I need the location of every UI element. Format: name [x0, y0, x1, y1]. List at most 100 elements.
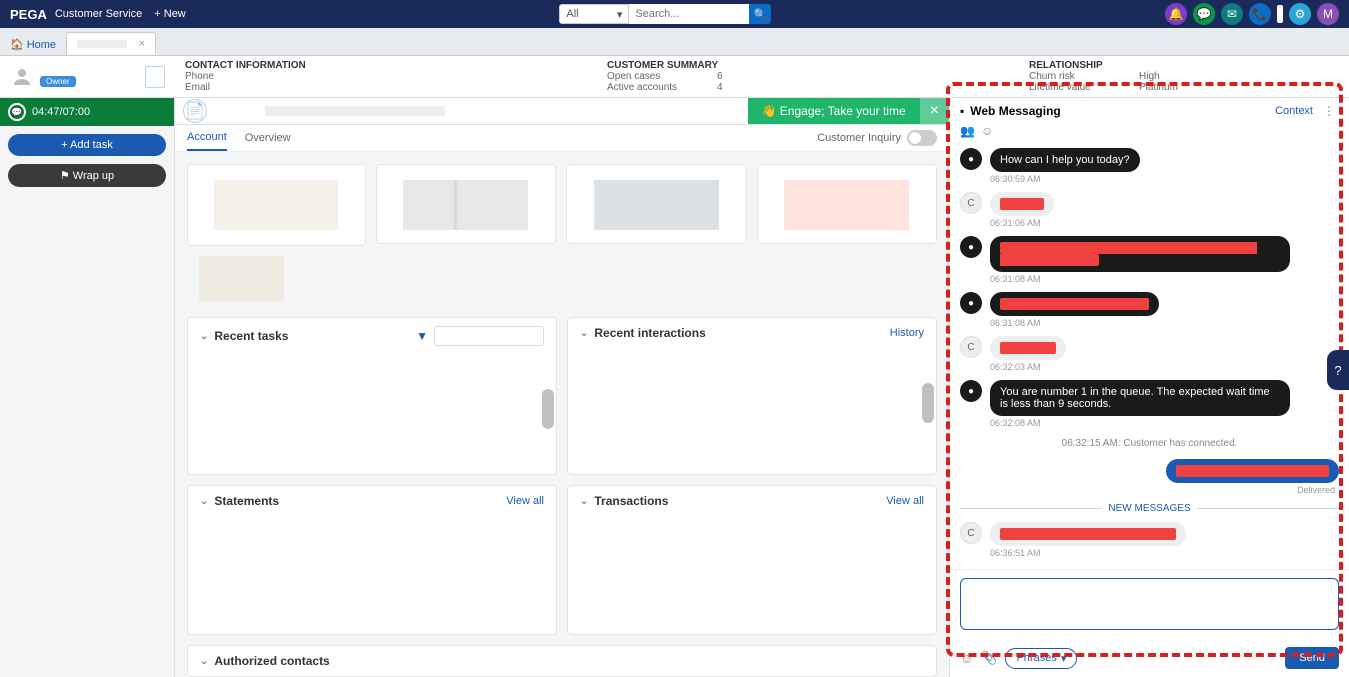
engage-close-icon[interactable]: ×: [920, 98, 949, 124]
case-doc-icon[interactable]: 📄: [183, 99, 207, 123]
search-input[interactable]: [629, 4, 749, 24]
wrap-up-button[interactable]: ⚑ Wrap up: [8, 164, 166, 187]
chat-panel: ▪ Web Messaging Context ⋮ 👥 ☺ ●How can I…: [949, 98, 1349, 677]
system-message: 06:32:15 AM: Customer has connected.: [960, 438, 1339, 449]
emoji-icon[interactable]: ☺: [981, 124, 993, 138]
panel-statements: ⌄ Statements View all: [187, 485, 557, 635]
churn-value: High: [1139, 71, 1160, 82]
search-filter-dropdown[interactable]: All▾: [559, 4, 629, 24]
phrases-button[interactable]: Phrases▾: [1005, 648, 1077, 669]
panel-recent-tasks: ⌄ Recent tasks ▼: [187, 317, 557, 475]
msg-timestamp: 06:31:08 AM: [990, 274, 1339, 284]
msg-timestamp: 06:30:59 AM: [990, 174, 1339, 184]
recent-tasks-title: Recent tasks: [214, 329, 288, 343]
scrollbar-thumb[interactable]: [542, 389, 554, 429]
send-button[interactable]: Send: [1285, 647, 1339, 669]
chat-message: blackout txt: [990, 336, 1066, 360]
tabs-bar: 🏠 Home ×: [0, 28, 1349, 56]
view-all-link[interactable]: View all: [886, 495, 924, 507]
account-card-2[interactable]: [376, 164, 557, 244]
account-card-3[interactable]: [566, 164, 747, 244]
transactions-title: Transactions: [594, 494, 668, 508]
new-messages-divider: NEW MESSAGES: [960, 503, 1339, 514]
chat-message: I need help setting up my new credit: [990, 522, 1186, 546]
customer-inquiry-label: Customer Inquiry: [817, 132, 901, 144]
emoji-picker-icon[interactable]: ☺: [960, 651, 973, 666]
divider: [1277, 5, 1283, 23]
chat-message: xxxxxxxx: [990, 192, 1054, 216]
msg-timestamp: 06:32:03 AM: [990, 362, 1339, 372]
chat-message: How can I help you today?: [990, 148, 1140, 172]
new-button[interactable]: + New: [154, 8, 186, 20]
document-icon[interactable]: [145, 66, 165, 88]
panel-transactions: ⌄ Transactions View all: [567, 485, 937, 635]
brand-logo: PEGA: [10, 7, 47, 22]
chat-icon[interactable]: 💬: [1193, 3, 1215, 25]
chevron-down-icon[interactable]: ⌄: [580, 496, 588, 507]
scrollbar-thumb[interactable]: [922, 383, 934, 423]
message-icon[interactable]: ✉: [1221, 3, 1243, 25]
customer-avatar: C: [960, 336, 982, 358]
notifications-icon[interactable]: 🔔: [1165, 3, 1187, 25]
timer-value: 04:47/07:00: [32, 106, 90, 118]
tab-close-icon[interactable]: ×: [139, 38, 145, 50]
tab-label-redacted: [77, 40, 127, 48]
chat-title: Web Messaging: [970, 104, 1060, 118]
chevron-down-icon[interactable]: ⌄: [580, 328, 588, 339]
chevron-down-icon[interactable]: ⌄: [200, 496, 208, 507]
view-all-link[interactable]: View all: [506, 495, 544, 507]
email-label: Email: [185, 82, 275, 93]
subtab-overview[interactable]: Overview: [245, 126, 291, 150]
help-fab[interactable]: ?: [1327, 350, 1349, 390]
settings-icon[interactable]: ⚙: [1289, 3, 1311, 25]
search-button[interactable]: 🔍: [749, 4, 771, 24]
chat-message: You are number 1 in the queue. The expec…: [990, 380, 1290, 416]
msg-timestamp: 06:32:08 AM: [990, 418, 1339, 428]
customer-avatar: C: [960, 192, 982, 214]
account-card-4[interactable]: [757, 164, 938, 244]
customer-avatar-icon: [10, 65, 34, 89]
add-task-button[interactable]: + Add task: [8, 134, 166, 156]
chat-menu-icon[interactable]: ⋮: [1319, 104, 1339, 118]
customer-inquiry-toggle[interactable]: [907, 130, 937, 146]
tasks-search-input[interactable]: [434, 326, 544, 346]
panel-authorized-contacts: ⌄ Authorized contacts: [187, 645, 937, 677]
msg-timestamp: 06:31:06 AM: [990, 218, 1339, 228]
context-link[interactable]: Context: [1275, 105, 1313, 117]
bot-avatar: ●: [960, 236, 982, 258]
filter-icon[interactable]: ▼: [416, 329, 428, 343]
churn-label: Churn risk: [1029, 71, 1119, 82]
phone-icon[interactable]: 📞: [1249, 3, 1271, 25]
account-card-extra[interactable]: [199, 256, 284, 301]
statements-title: Statements: [214, 494, 279, 508]
chevron-down-icon[interactable]: ⌄: [200, 656, 208, 667]
ltv-label: Lifetime value: [1029, 82, 1119, 93]
msg-timestamp: 06:36:51 AM: [990, 548, 1339, 558]
engage-banner[interactable]: 👋 Engage; Take your time: [748, 98, 920, 124]
account-card-1[interactable]: [187, 164, 366, 246]
contact-info-title: CONTACT INFORMATION: [185, 60, 587, 71]
chat-transcript[interactable]: ● How can I help you today? 06:30:59 AM C…: [950, 142, 1349, 569]
chevron-down-icon[interactable]: ⌄: [200, 331, 208, 342]
bot-avatar: ●: [960, 380, 982, 402]
open-cases-value: 6: [717, 71, 723, 82]
customer-summary-title: CUSTOMER SUMMARY: [607, 60, 1009, 71]
subtab-account[interactable]: Account: [187, 125, 227, 151]
history-link[interactable]: History: [890, 327, 924, 339]
panel-recent-interactions: ⌄ Recent interactions History: [567, 317, 937, 475]
active-accounts-value: 4: [717, 82, 723, 93]
user-avatar[interactable]: M: [1317, 3, 1339, 25]
chat-message: What else can I help you with?: [990, 292, 1159, 316]
tab-home[interactable]: 🏠 Home: [0, 34, 66, 55]
chat-input[interactable]: [960, 578, 1339, 630]
tab-customer[interactable]: ×: [66, 32, 156, 55]
customer-avatar: C: [960, 522, 982, 544]
authorized-contacts-title: Authorized contacts: [214, 654, 329, 668]
subtabs: Account Overview Customer Inquiry: [175, 125, 949, 152]
delivered-status: Delivered: [960, 485, 1335, 495]
global-search: All▾ 🔍: [559, 4, 771, 24]
relationship-title: RELATIONSHIP: [1029, 60, 1339, 71]
attachment-icon[interactable]: 📎: [981, 650, 997, 666]
active-accounts-label: Active accounts: [607, 82, 697, 93]
participants-icon[interactable]: 👥: [960, 124, 975, 138]
